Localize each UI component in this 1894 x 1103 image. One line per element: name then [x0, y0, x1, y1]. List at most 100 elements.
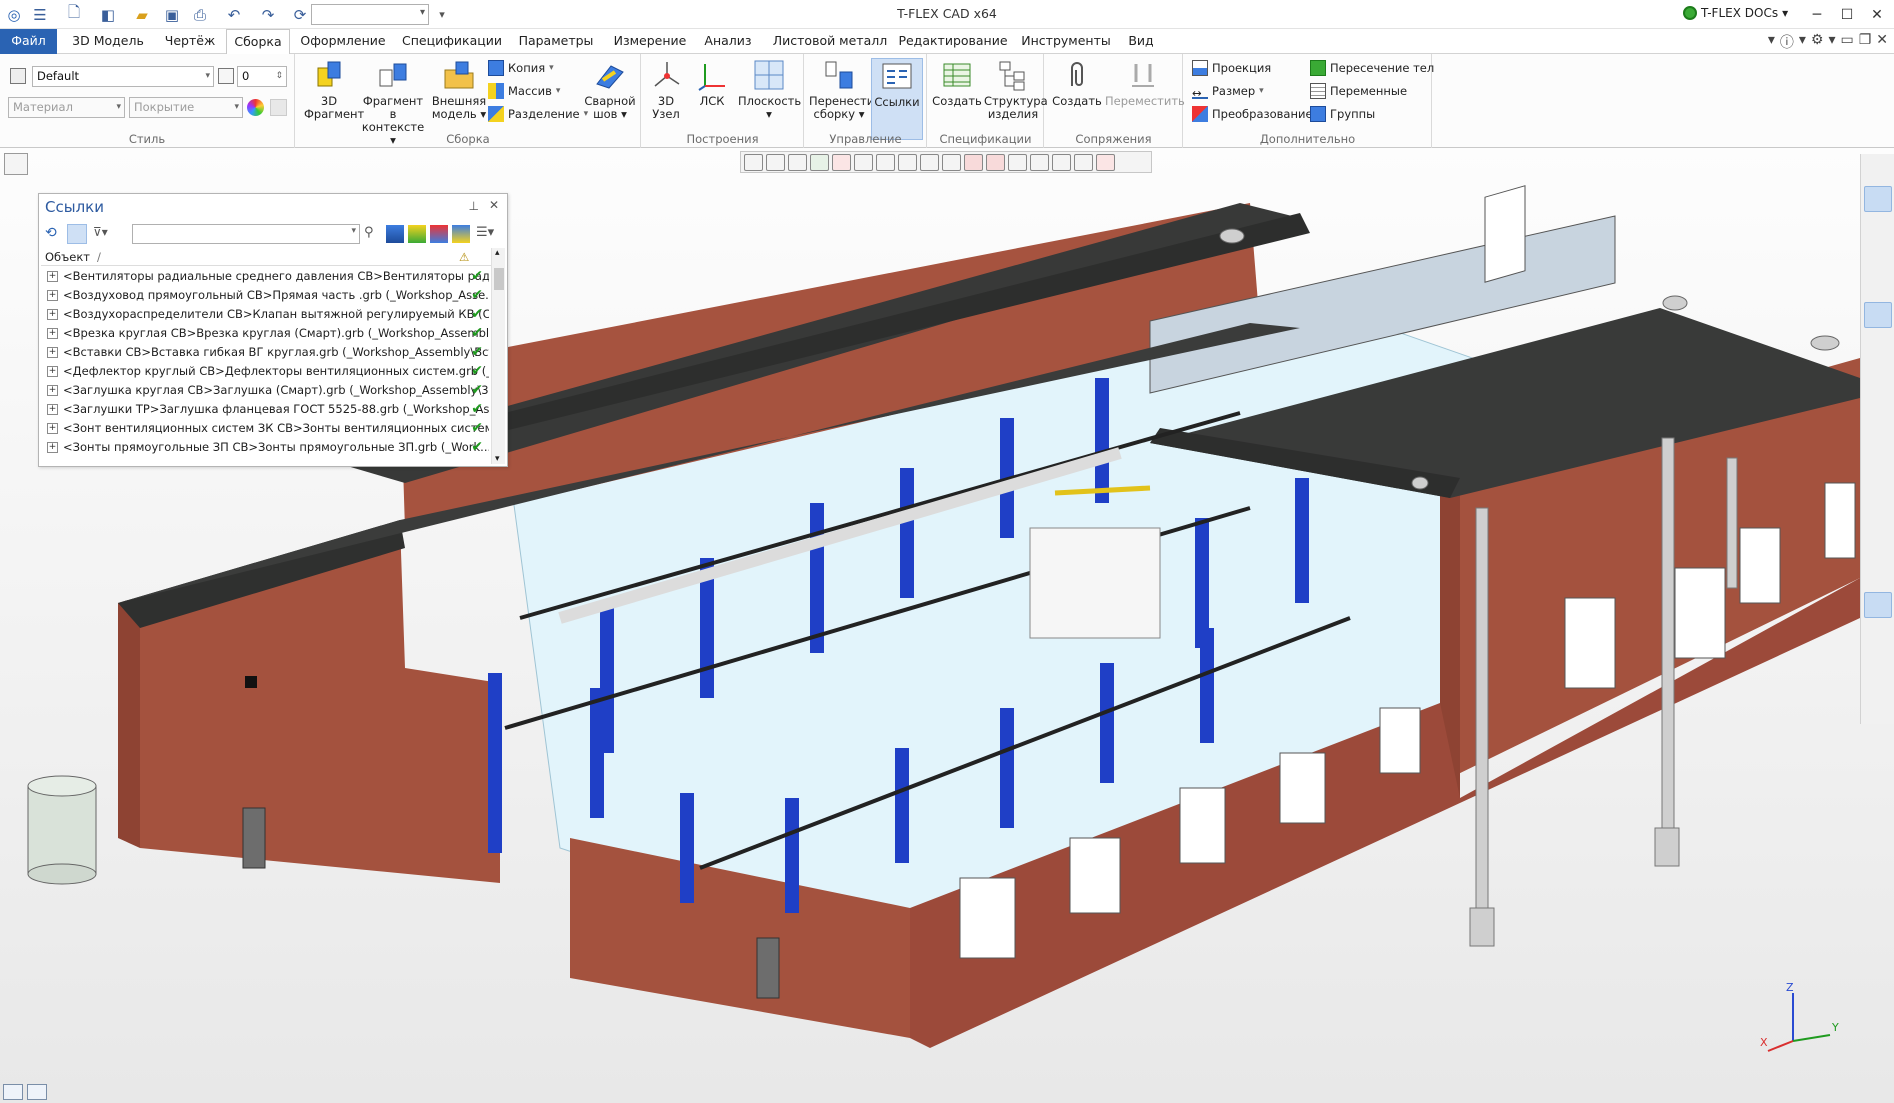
cube-select-icon[interactable] — [1052, 153, 1071, 171]
layer-select[interactable]: Default ▾ — [32, 66, 214, 87]
visual-style-icon[interactable] — [1096, 153, 1115, 171]
material-select[interactable]: Материал ▾ — [8, 97, 125, 118]
green-cube-icon[interactable] — [1864, 563, 1892, 589]
settings-dropdown-icon[interactable]: ▾ — [1828, 32, 1835, 52]
expand-icon[interactable]: + — [47, 290, 58, 301]
relink-icon[interactable] — [386, 225, 404, 243]
camera-screen-icon[interactable] — [1864, 592, 1892, 618]
tab-item-4[interactable]: Оформление — [292, 29, 394, 54]
expand-icon[interactable]: + — [47, 385, 58, 396]
app-logo-icon[interactable]: ◎ — [2, 3, 26, 26]
expand-icon[interactable]: + — [47, 366, 58, 377]
window-layout-icon[interactable]: ▭ — [1840, 32, 1853, 52]
variables-button[interactable]: Переменные — [1310, 81, 1407, 101]
frame-select-icon[interactable] — [876, 153, 895, 171]
restore-doc-icon[interactable]: ❐ — [1859, 32, 1872, 52]
expand-icon[interactable]: + — [47, 404, 58, 415]
open-folder-icon[interactable]: ▰ — [130, 3, 154, 26]
search-icon[interactable]: ⚲ — [364, 225, 374, 240]
regenerate-icon[interactable]: ⟳ — [288, 3, 312, 26]
tab-item-11[interactable]: Инструменты — [1012, 29, 1120, 54]
face-select-icon[interactable] — [964, 153, 983, 171]
groups-button[interactable]: Группы — [1310, 104, 1375, 124]
animation-icon[interactable] — [1864, 679, 1892, 705]
tab-item-3[interactable]: Сборка — [226, 29, 290, 55]
quick-combo[interactable] — [311, 4, 429, 25]
tab-item-5[interactable]: Спецификации — [398, 29, 506, 54]
color-swatch[interactable] — [270, 99, 287, 116]
3d-viewport[interactable]: Z Y X Ссылки ⊥ ✕ ⟲ ⊽▾ ▾ ⚲ ☰▾ Объект / ⚠ … — [0, 148, 1894, 1103]
measure-icon[interactable] — [1864, 302, 1892, 328]
maximize-button[interactable]: ☐ — [1830, 0, 1864, 29]
docs-menu[interactable]: T-FLEX DOCs ▾ — [1683, 6, 1788, 20]
zoom-window-icon[interactable] — [1864, 244, 1892, 270]
links-scrollbar[interactable]: ▴ ▾ — [491, 248, 505, 464]
select-filter-icon[interactable] — [766, 153, 785, 171]
multi-view-icon[interactable] — [27, 1084, 47, 1100]
tab-item-8[interactable]: Анализ — [697, 29, 759, 54]
list-item[interactable]: + <Воздухораспределители СВ>Клапан вытяжн… — [41, 305, 489, 324]
tab-item-1[interactable]: 3D Модель — [64, 29, 152, 54]
axis-select-icon[interactable] — [898, 153, 917, 171]
undo-icon[interactable]: ↶ — [222, 3, 246, 26]
check-blue-icon[interactable] — [1864, 389, 1892, 415]
update-links-icon[interactable] — [408, 225, 426, 243]
lsk-button[interactable]: ЛСК — [692, 58, 732, 108]
light-icon[interactable] — [1864, 650, 1892, 676]
links-button[interactable]: Ссылки — [871, 58, 923, 140]
select-all-icon[interactable] — [788, 153, 807, 171]
tab-item-9[interactable]: Листовой металл — [766, 29, 894, 54]
check-select-icon[interactable] — [810, 153, 829, 171]
split-button[interactable]: Разделение ▾ — [488, 104, 588, 124]
list-item[interactable]: + <Врезка круглая СВ>Врезка круглая (Смар… — [41, 324, 489, 343]
ribbon-dropdown-icon[interactable]: ▾ — [1768, 32, 1775, 52]
expand-icon[interactable]: + — [47, 271, 58, 282]
body-select-icon[interactable] — [986, 153, 1005, 171]
tab-item-12[interactable]: Вид — [1120, 29, 1162, 54]
help-icon[interactable]: ⓘ — [1780, 32, 1794, 52]
rebuild-assembly-button[interactable]: Перенести сборку ▾ — [809, 58, 874, 121]
operation-select-icon[interactable] — [1008, 153, 1027, 171]
section-icon[interactable] — [1074, 153, 1093, 171]
list-options-icon[interactable]: ☰▾ — [476, 225, 494, 240]
zoom-icon[interactable] — [1864, 215, 1892, 241]
view-window-icon[interactable] — [1864, 157, 1892, 183]
external-model-button[interactable]: Внешняя модель ▾ — [430, 58, 488, 121]
deselect-icon[interactable] — [832, 153, 851, 171]
list-item[interactable]: + <Дефлектор круглый СВ>Дефлекторы вентил… — [41, 362, 489, 381]
hamburger-menu-icon[interactable]: ☰ — [28, 3, 52, 26]
body-intersection-button[interactable]: Пересечение тел — [1310, 58, 1434, 78]
list-item[interactable]: + <Заглушки ТР>Заглушка фланцевая ГОСТ 55… — [41, 400, 489, 419]
list-item[interactable]: + <Зонты прямоугольные ЗП СВ>Зонты прямоу… — [41, 438, 489, 457]
tab-item-10[interactable]: Редактирование — [894, 29, 1012, 54]
pin-icon[interactable]: ⊥ — [469, 199, 479, 213]
expand-icon[interactable]: + — [47, 309, 58, 320]
split-view-icon[interactable] — [1864, 534, 1892, 560]
filter-icon[interactable] — [744, 153, 763, 171]
break-link-icon[interactable] — [430, 225, 448, 243]
render-icon[interactable] — [1864, 621, 1892, 647]
coating-select[interactable]: Покрытие ▾ — [129, 97, 243, 118]
help-dropdown-icon[interactable]: ▾ — [1799, 32, 1806, 52]
weld-button[interactable]: Сварной шов ▾ — [584, 58, 636, 121]
model-tree-toggle-icon[interactable] — [4, 153, 28, 175]
save-icon[interactable]: ▣ — [160, 3, 184, 26]
link-properties-icon[interactable] — [452, 225, 470, 243]
filter-toggle-icon[interactable] — [854, 153, 873, 171]
cube-yellow-icon[interactable] — [1864, 505, 1892, 531]
point-select-icon[interactable] — [920, 153, 939, 171]
plane-button[interactable]: Плоскость ▾ — [738, 58, 801, 121]
column-object[interactable]: Объект — [45, 248, 90, 266]
close-doc-icon[interactable]: ✕ — [1876, 32, 1888, 52]
tab-item-7[interactable]: Измерение — [606, 29, 694, 54]
color-wheel-icon[interactable] — [1864, 476, 1892, 502]
node-3d-button[interactable]: 3D Узел — [646, 58, 686, 121]
print-icon[interactable]: ⎙ — [188, 3, 212, 26]
panel-close-icon[interactable]: ✕ — [489, 198, 499, 212]
array-button[interactable]: Массив ▾ — [488, 81, 560, 101]
expand-icon[interactable]: + — [47, 442, 58, 453]
zoom-all-icon[interactable] — [1864, 273, 1892, 299]
list-item[interactable]: + <Заглушка круглая СВ>Заглушка (Смарт).g… — [41, 381, 489, 400]
size-button[interactable]: ↔ Размер ▾ — [1192, 81, 1264, 101]
tab-item-2[interactable]: Чертёж — [154, 29, 226, 54]
